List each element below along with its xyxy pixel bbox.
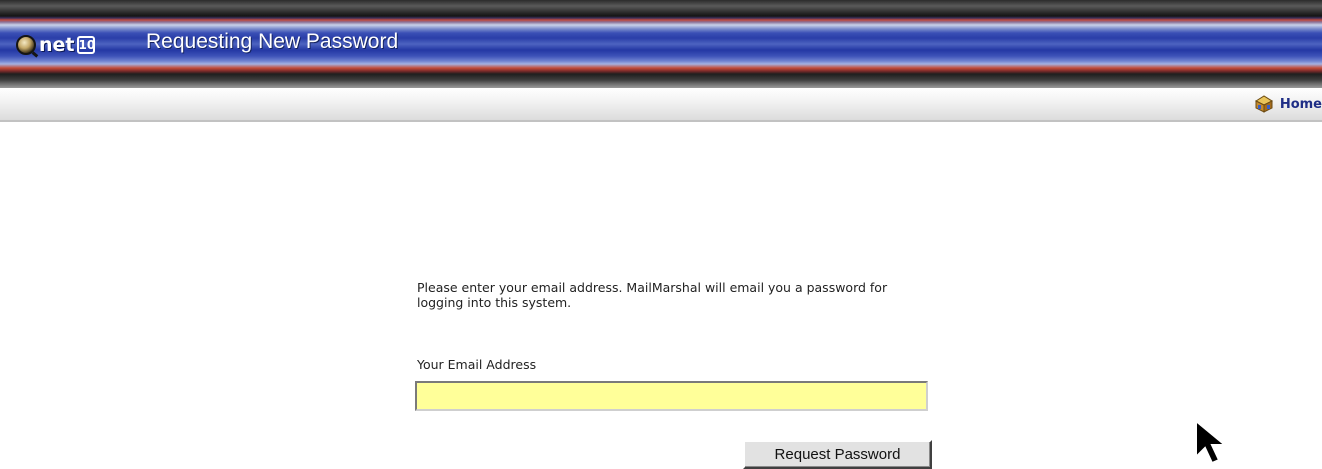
mouse-cursor-icon: [1195, 419, 1228, 465]
home-link[interactable]: Home: [1254, 94, 1322, 114]
nav-bar: Home: [0, 88, 1322, 122]
page-title: Requesting New Password: [146, 30, 399, 53]
email-label: Your Email Address: [417, 357, 537, 372]
home-label: Home: [1279, 96, 1322, 112]
logo-box: 10: [76, 36, 96, 54]
email-input[interactable]: [415, 381, 928, 411]
page: net 10 Requesting New Password Home Plea…: [0, 0, 1322, 469]
netiq-logo: net 10: [16, 33, 95, 57]
instructions-text: Please enter your email address. MailMar…: [417, 280, 888, 310]
request-password-button[interactable]: Request Password: [743, 440, 932, 469]
header-banner: net 10 Requesting New Password: [0, 0, 1322, 88]
home-icon: [1254, 95, 1273, 113]
logo-text: net: [39, 34, 75, 56]
logo-q-icon: [16, 35, 36, 55]
